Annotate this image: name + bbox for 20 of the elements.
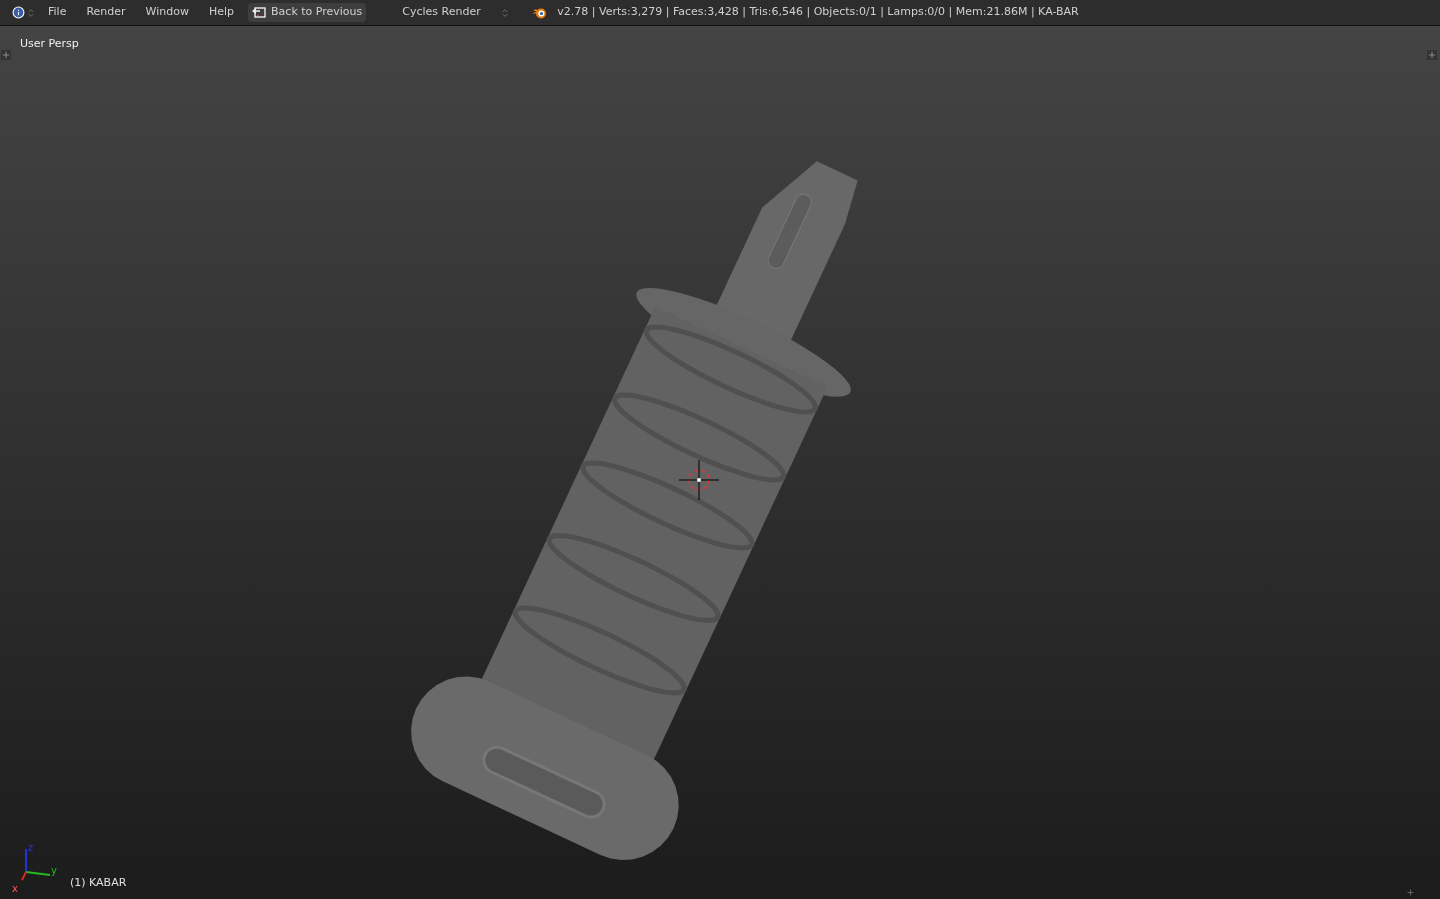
blender-logo-icon	[532, 6, 548, 19]
updown-icon	[26, 7, 36, 18]
plus-icon[interactable]	[1427, 50, 1437, 60]
back-to-previous-button[interactable]: Back to Previous	[248, 3, 367, 22]
editor-type-button[interactable]	[12, 6, 36, 19]
plus-icon[interactable]	[1406, 888, 1415, 897]
updown-icon	[500, 7, 511, 18]
3d-cursor-icon	[678, 459, 720, 501]
axis-gizmo: x y z	[12, 842, 57, 894]
menu-item[interactable]: Window	[145, 4, 189, 21]
scene-statistics: v2.78 | Verts:3,279 | Faces:3,428 | Tris:6,546 | Objects:0/1 | Lamps:0/0 | Mem:21.86M | KA-BAR	[557, 4, 1079, 21]
render-engine-dropdown[interactable]: Cycles Render	[380, 3, 513, 22]
screen-back-icon	[252, 7, 267, 18]
view-name: User Persp	[20, 36, 79, 52]
object-label: (1) KABAR	[70, 874, 127, 891]
menu-item[interactable]: Help	[208, 4, 235, 21]
info-icon	[12, 6, 25, 19]
menu-item[interactable]: File	[48, 4, 67, 21]
menu-item[interactable]: Render	[86, 4, 126, 21]
plus-icon[interactable]	[1, 50, 11, 60]
